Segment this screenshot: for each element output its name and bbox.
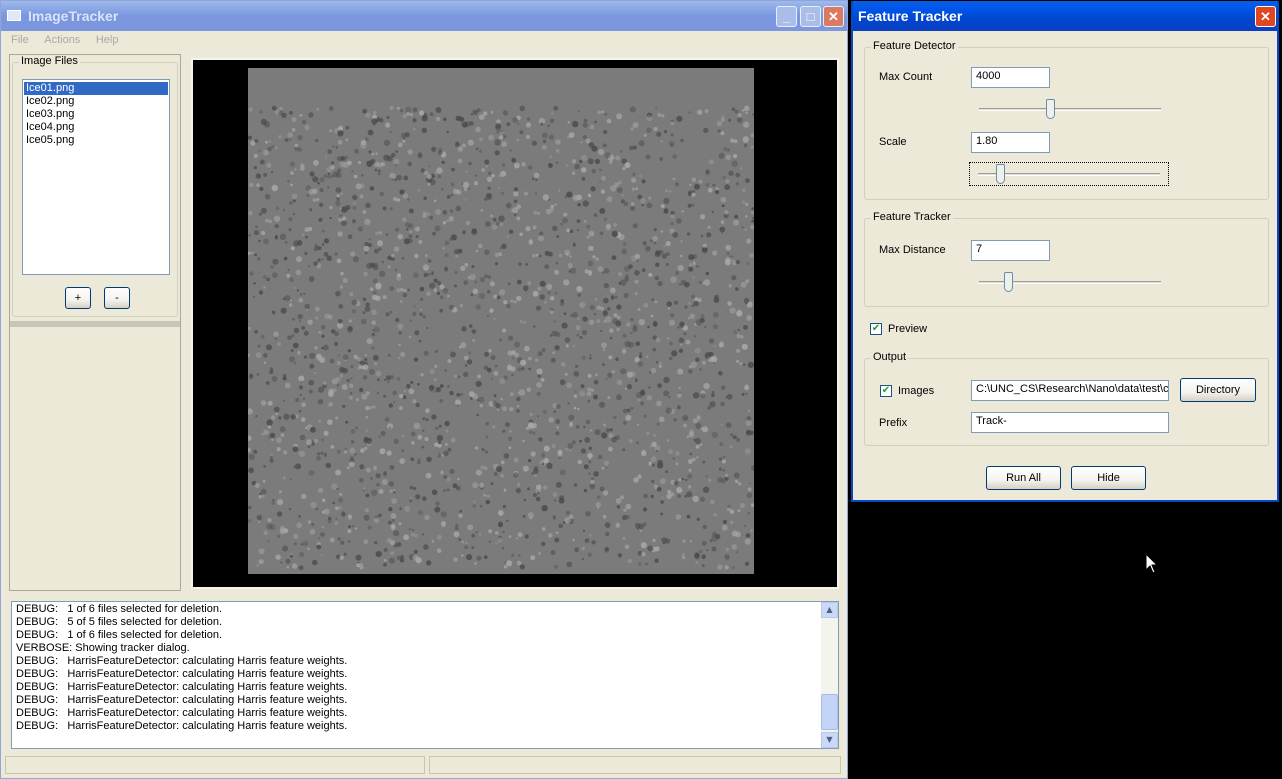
feature-detector-group: Feature Detector Max Count 4000 Scale 1.… <box>864 40 1269 200</box>
preview-checkbox[interactable]: ✔ <box>870 323 882 335</box>
file-list-item[interactable]: Ice05.png <box>24 134 168 147</box>
image-files-group: Image Files Ice01.png Ice02.png Ice03.png I… <box>12 55 178 317</box>
add-file-button[interactable]: + <box>65 287 91 309</box>
max-count-slider[interactable] <box>971 98 1171 120</box>
scroll-thumb[interactable] <box>821 694 838 730</box>
prefix-label: Prefix <box>879 417 908 429</box>
window-title: ImageTracker <box>28 8 119 24</box>
scroll-up-arrow[interactable]: ▲ <box>821 602 838 618</box>
menu-file[interactable]: File <box>5 31 35 49</box>
image-tracker-window: ImageTracker _ □ ✕ File Actions Help Ima… <box>0 0 848 779</box>
menu-help[interactable]: Help <box>90 31 125 49</box>
feature-tracker-dialog: Feature Tracker ✕ Feature Detector Max C… <box>851 1 1279 502</box>
ice-image <box>248 68 754 574</box>
scale-label: Scale <box>879 136 907 148</box>
feature-detector-title: Feature Detector <box>871 40 958 52</box>
log-line: VERBOSE: Showing tracker dialog. <box>16 642 190 654</box>
scale-input[interactable]: 1.80 <box>971 132 1050 153</box>
max-distance-input[interactable]: 7 <box>971 240 1050 261</box>
log-line: DEBUG: HarrisFeatureDetector: calculatin… <box>16 655 348 667</box>
image-canvas[interactable] <box>248 68 754 574</box>
log-line: DEBUG: HarrisFeatureDetector: calculatin… <box>16 707 348 719</box>
dialog-close-button[interactable]: ✕ <box>1255 6 1276 27</box>
log-output[interactable]: DEBUG: 1 of 6 files selected for deletio… <box>11 601 839 749</box>
max-count-input[interactable]: 4000 <box>971 67 1050 88</box>
file-list-item[interactable]: Ice02.png <box>24 95 168 108</box>
file-list-item[interactable]: Ice01.png <box>24 82 168 95</box>
remove-file-button[interactable]: - <box>104 287 130 309</box>
minimize-button[interactable]: _ <box>776 6 797 27</box>
file-list-item[interactable]: Ice03.png <box>24 108 168 121</box>
dialog-titlebar[interactable]: Feature Tracker ✕ <box>853 1 1277 31</box>
log-line: DEBUG: 5 of 5 files selected for deletio… <box>16 616 223 628</box>
log-line: DEBUG: HarrisFeatureDetector: calculatin… <box>16 668 348 680</box>
scale-slider[interactable] <box>969 162 1169 186</box>
left-panel: Image Files Ice01.png Ice02.png Ice03.png I… <box>9 54 181 591</box>
run-all-button[interactable]: Run All <box>986 466 1061 490</box>
feature-tracker-title: Feature Tracker <box>871 211 953 223</box>
output-title: Output <box>871 351 909 363</box>
mouse-cursor-icon <box>1145 553 1159 574</box>
images-path-input[interactable]: C:\UNC_CS\Research\Nano\data\test\c <box>971 380 1169 401</box>
max-count-slider-thumb[interactable] <box>1045 99 1055 119</box>
status-pane-2 <box>429 756 841 774</box>
log-line: DEBUG: HarrisFeatureDetector: calculatin… <box>16 694 348 706</box>
images-label[interactable]: Images <box>898 385 934 397</box>
max-distance-slider[interactable] <box>971 271 1171 293</box>
status-pane-1 <box>5 756 425 774</box>
log-line: DEBUG: HarrisFeatureDetector: calculatin… <box>16 720 348 732</box>
directory-button[interactable]: Directory <box>1180 378 1256 402</box>
preview-label[interactable]: Preview <box>888 323 927 335</box>
menu-bar: File Actions Help <box>5 31 843 49</box>
status-bar <box>5 755 843 775</box>
max-count-label: Max Count <box>879 71 933 83</box>
hide-button[interactable]: Hide <box>1071 466 1146 490</box>
feature-tracker-group: Feature Tracker Max Distance 7 <box>864 211 1269 307</box>
app-icon <box>7 10 21 21</box>
image-files-title: Image Files <box>19 55 80 67</box>
image-file-list[interactable]: Ice01.png Ice02.png Ice03.png Ice04.png Ice0… <box>22 79 170 275</box>
menu-actions[interactable]: Actions <box>38 31 86 49</box>
file-list-item[interactable]: Ice04.png <box>24 121 168 134</box>
output-group: Output ✔ Images C:\UNC_CS\Research\Nano\… <box>864 351 1269 446</box>
panel-splitter[interactable] <box>10 321 180 327</box>
dialog-title: Feature Tracker <box>858 8 963 24</box>
scroll-down-arrow[interactable]: ▼ <box>821 732 838 748</box>
log-line: DEBUG: 1 of 6 files selected for deletio… <box>16 603 223 615</box>
max-distance-slider-thumb[interactable] <box>1004 272 1014 292</box>
close-button[interactable]: ✕ <box>823 6 844 27</box>
main-titlebar[interactable]: ImageTracker _ □ ✕ <box>1 1 847 31</box>
scale-slider-thumb[interactable] <box>995 164 1005 184</box>
maximize-button[interactable]: □ <box>800 6 821 27</box>
log-scrollbar[interactable]: ▲ ▼ <box>821 602 838 748</box>
log-line: DEBUG: HarrisFeatureDetector: calculatin… <box>16 681 348 693</box>
max-distance-label: Max Distance <box>879 244 946 256</box>
image-view-frame <box>191 58 839 589</box>
images-checkbox[interactable]: ✔ <box>880 385 892 397</box>
prefix-input[interactable]: Track- <box>971 412 1169 433</box>
log-line: DEBUG: 1 of 6 files selected for deletio… <box>16 629 223 641</box>
